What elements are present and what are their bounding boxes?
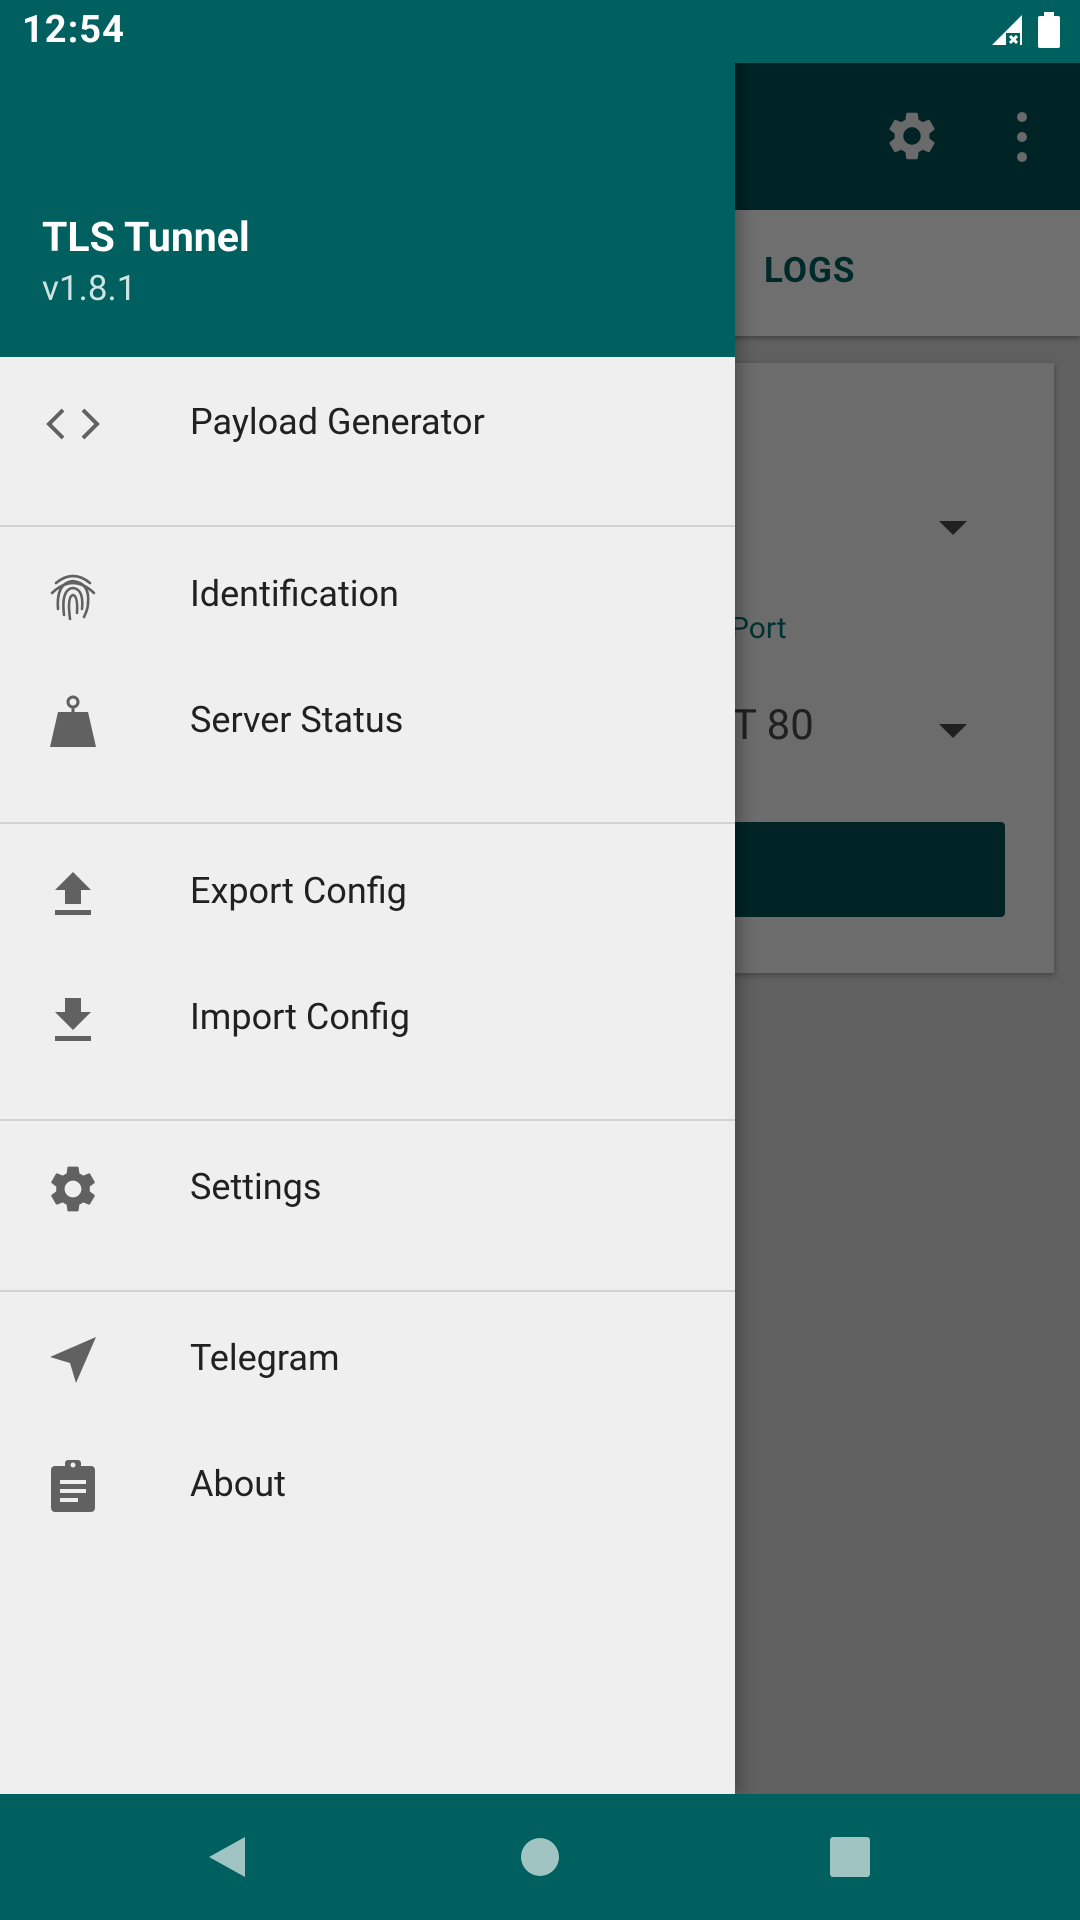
download-icon — [44, 993, 102, 1045]
menu-item-export-config[interactable]: Export Config — [0, 830, 735, 956]
menu-label: Settings — [190, 1166, 322, 1208]
menu-item-telegram[interactable]: Telegram — [0, 1297, 735, 1423]
menu-label: Import Config — [190, 996, 410, 1038]
divider — [0, 525, 735, 527]
divider — [0, 1290, 735, 1292]
menu-item-settings[interactable]: Settings — [0, 1126, 735, 1252]
fingerprint-icon — [44, 570, 102, 622]
navigation-drawer: TLS Tunnel v1.8.1 Payload Generator Iden… — [0, 0, 735, 1794]
weight-icon — [44, 695, 102, 748]
code-icon — [44, 398, 102, 450]
port-label: Port — [730, 611, 787, 646]
menu-item-import-config[interactable]: Import Config — [0, 956, 735, 1082]
menu-label: Server Status — [190, 699, 404, 741]
signal-icon — [990, 13, 1024, 51]
divider — [0, 1119, 735, 1121]
menu-label: About — [190, 1463, 286, 1505]
menu-label: Export Config — [190, 870, 407, 912]
divider — [0, 822, 735, 824]
more-vert-icon[interactable] — [1004, 109, 1040, 165]
system-navigation-bar — [0, 1794, 1080, 1920]
gear-icon — [44, 1163, 102, 1215]
recents-icon[interactable] — [820, 1832, 880, 1882]
home-icon[interactable] — [510, 1832, 570, 1882]
clipboard-icon — [44, 1460, 102, 1512]
menu-label: Telegram — [190, 1337, 340, 1379]
status-icons — [990, 12, 1060, 52]
battery-icon — [1038, 12, 1060, 52]
dropdown-arrow-icon[interactable] — [939, 724, 967, 738]
connect-button[interactable] — [720, 822, 1005, 917]
back-icon[interactable] — [197, 1832, 257, 1882]
menu-item-about[interactable]: About — [0, 1423, 735, 1549]
app-title: TLS Tunnel — [42, 214, 250, 262]
upload-icon — [44, 867, 102, 919]
port-value[interactable]: T 80 — [732, 701, 814, 750]
menu-item-server-status[interactable]: Server Status — [0, 659, 735, 785]
config-card: Port T 80 — [720, 363, 1054, 973]
status-time: 12:54 — [22, 8, 125, 52]
status-bar: 12:54 — [0, 0, 1080, 63]
app-version: v1.8.1 — [42, 268, 137, 309]
send-icon — [44, 1334, 102, 1386]
gear-icon[interactable] — [883, 107, 941, 165]
menu-label: Payload Generator — [190, 401, 485, 443]
menu-item-payload-generator[interactable]: Payload Generator — [0, 361, 735, 487]
tab-logs[interactable]: LOGS — [764, 250, 855, 291]
dropdown-arrow-icon[interactable] — [939, 521, 967, 535]
menu-label: Identification — [190, 573, 399, 615]
menu-item-identification[interactable]: Identification — [0, 533, 735, 659]
